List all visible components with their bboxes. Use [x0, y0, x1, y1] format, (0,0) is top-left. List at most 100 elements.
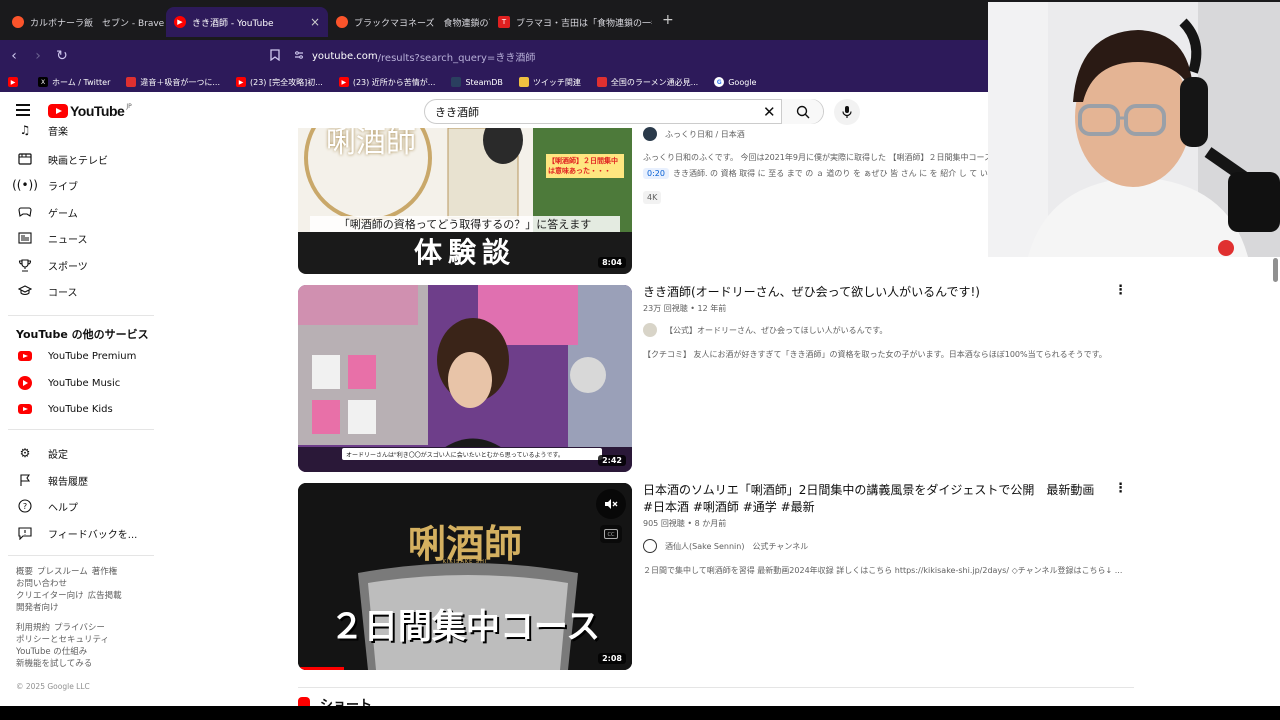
- footer-link[interactable]: 概要: [16, 567, 33, 577]
- address-bar[interactable]: youtube.com/results?search_query=きき酒師: [294, 49, 535, 64]
- video-thumbnail-2[interactable]: オードリーさんは"利き〇〇がスゴい人に会いたいとむから思っているようです。 2:…: [298, 285, 632, 472]
- site-info-icon[interactable]: [294, 50, 304, 63]
- section-divider: [298, 687, 1134, 688]
- tab-youtube-active[interactable]: ▶ きき酒師 - YouTube ×: [166, 7, 328, 37]
- site-icon: [596, 77, 607, 87]
- channel-row[interactable]: 【公式】オードリーさん、ぜひ会ってほしい人がいるんです。: [643, 323, 887, 337]
- sidebar-divider: [8, 315, 154, 316]
- url-path: /results?search_query=きき酒師: [377, 52, 536, 64]
- footer-link[interactable]: 新機能を試してみる: [16, 659, 92, 669]
- channel-avatar: [643, 323, 657, 337]
- scrollbar-thumb[interactable]: [1273, 258, 1278, 282]
- captions-icon: CC: [604, 529, 618, 539]
- sidebar-item-label: フィードバックを...: [48, 529, 138, 541]
- voice-search-button[interactable]: [834, 99, 860, 125]
- bottom-bar: [0, 706, 1280, 720]
- youtube-icon: ▶: [174, 16, 186, 28]
- sidebar-item-label: スポーツ: [48, 261, 88, 273]
- channel-row[interactable]: 酒仙人(Sake Sennin) 公式チャンネル: [643, 539, 808, 553]
- youtube-logo[interactable]: YouTube JP: [48, 103, 132, 119]
- close-tab-icon[interactable]: ×: [310, 15, 320, 29]
- logo-region: JP: [126, 102, 132, 110]
- sidebar-item-sports[interactable]: スポーツ: [0, 252, 155, 278]
- forward-arrow-icon[interactable]: ›: [28, 48, 48, 64]
- footer-link[interactable]: お問い合わせ: [16, 579, 67, 589]
- sidebar-item-live[interactable]: ((•)) ライブ: [0, 172, 155, 198]
- footer-link[interactable]: ポリシーとセキュリティ: [16, 635, 109, 645]
- bookmark-steamdb[interactable]: SteamDB: [451, 77, 503, 87]
- sidebar-item-news[interactable]: ニュース: [0, 225, 155, 251]
- scrollbar-track[interactable]: [1270, 257, 1280, 707]
- youtube-premium-icon: [16, 347, 34, 365]
- menu-icon[interactable]: [16, 104, 30, 116]
- thumbnail-kanji: 唎酒師: [326, 128, 416, 160]
- chapter-timestamp: 0:20: [643, 168, 669, 179]
- sidebar-item-music[interactable]: ♫ 音楽: [0, 120, 155, 140]
- bookmark-twitter[interactable]: X ホーム / Twitter: [38, 77, 110, 88]
- new-tab-button[interactable]: +: [662, 12, 674, 28]
- footer-link[interactable]: 開発者向け: [16, 603, 59, 613]
- back-arrow-icon[interactable]: ‹: [4, 48, 24, 64]
- sidebar-item-feedback[interactable]: フィードバックを...: [0, 520, 155, 546]
- channel-name: 酒仙人(Sake Sennin) 公式チャンネル: [665, 541, 809, 551]
- bookmark-folder-twitch[interactable]: ツイッチ関連: [518, 77, 581, 88]
- sidebar-item-settings[interactable]: ⚙ 設定: [0, 440, 155, 466]
- gamepad-icon: [16, 203, 34, 221]
- more-options-icon[interactable]: ⋮: [1114, 283, 1127, 298]
- bookmark-ramen[interactable]: 全国のラーメン通必見...: [596, 77, 699, 88]
- sidebar-item-gaming[interactable]: ゲーム: [0, 199, 155, 225]
- bookmark-icon[interactable]: [270, 48, 280, 64]
- bookmark-youtube[interactable]: ▶: [8, 77, 22, 87]
- sidebar-item-label: ライブ: [48, 181, 78, 193]
- captions-button[interactable]: CC: [600, 525, 622, 543]
- search-button[interactable]: [781, 99, 823, 124]
- footer-link[interactable]: 広告掲載: [88, 591, 122, 601]
- sidebar-item-label: 音楽: [48, 126, 68, 138]
- microphone-icon: [842, 106, 852, 118]
- search-icon: [796, 105, 809, 118]
- video-thumbnail-1[interactable]: 唎酒師 【唎酒師】２日間集中は意味あった・・・ 「唎酒師の資格ってどう取得するの…: [298, 128, 632, 274]
- sidebar-item-label: YouTube Kids: [48, 403, 113, 415]
- footer-link[interactable]: YouTube の仕組み: [16, 647, 87, 657]
- muted-speaker-icon: [605, 499, 618, 509]
- video-title[interactable]: きき酒師(オードリーさん、ぜひ会って欲しい人がいるんです!): [643, 284, 1103, 301]
- sidebar-item-youtube-premium[interactable]: YouTube Premium: [0, 343, 155, 369]
- more-options-icon[interactable]: ⋮: [1114, 481, 1127, 496]
- tab-blackmayo[interactable]: ブラックマヨネーズ 食物連鎖の下人 - B: [328, 7, 490, 37]
- sidebar-item-report-history[interactable]: 報告履歴: [0, 467, 155, 493]
- sidebar-item-movies[interactable]: 映画とテレビ: [0, 146, 155, 172]
- google-icon: G: [714, 77, 725, 87]
- footer-link[interactable]: プレスルーム: [37, 567, 88, 577]
- bookmark-label: 全国のラーメン通必見...: [610, 77, 699, 87]
- footer-link[interactable]: プライバシー: [54, 623, 105, 633]
- help-icon: ?: [16, 497, 34, 515]
- sidebar-divider: [8, 555, 154, 556]
- sidebar-item-courses[interactable]: コース: [0, 278, 155, 304]
- copyright: © 2025 Google LLC: [16, 682, 90, 691]
- more-services-heading: YouTube の他のサービス: [16, 328, 149, 341]
- chapter-row[interactable]: 0:20 きき酒師. の 資格 取得 に 至る まで の ａ 道のり を ぁぜひ …: [643, 168, 1014, 179]
- bookmark-video-1[interactable]: ▶ (23) [完全攻略]初...: [236, 77, 323, 88]
- sidebar-divider: [8, 429, 154, 430]
- sidebar-item-youtube-kids[interactable]: YouTube Kids: [0, 396, 155, 422]
- footer-link[interactable]: クリエイター向け: [16, 591, 84, 601]
- bookmark-video-2[interactable]: ▶ (23) 近所から苦情が...: [338, 77, 435, 88]
- search-input[interactable]: [435, 105, 755, 118]
- channel-row[interactable]: ふっくり日和 / 日本酒: [643, 127, 745, 141]
- tab-buramayo-article[interactable]: T ブラマヨ・吉田は「食物連鎖の一番下の人: [490, 7, 652, 37]
- clear-search-icon[interactable]: ✕: [763, 103, 776, 121]
- quality-badge: 4K: [643, 185, 662, 204]
- video-thumbnail-3[interactable]: 唎酒師 KIKISAKE SHI ２日間集中コース CC 2:08: [298, 483, 632, 670]
- film-icon: [16, 150, 34, 168]
- tab-brave-search[interactable]: カルボナーラ飯 セブン - Brave Search: [4, 7, 166, 37]
- sidebar-item-help[interactable]: ? ヘルプ: [0, 493, 155, 519]
- reload-icon[interactable]: ↻: [52, 48, 72, 64]
- search-box: ✕: [424, 99, 824, 124]
- bookmark-google[interactable]: G Google: [714, 77, 756, 87]
- sidebar-item-youtube-music[interactable]: YouTube Music: [0, 370, 155, 396]
- video-title[interactable]: 日本酒のソムリエ「唎酒師」2日間集中の講義風景をダイジェストで公開 最新動画 #…: [643, 482, 1103, 516]
- bookmark-soundproof[interactable]: 違音＋吸音が一つに...: [126, 77, 220, 88]
- mute-button[interactable]: [596, 489, 626, 519]
- footer-link[interactable]: 著作権: [92, 567, 118, 577]
- footer-link[interactable]: 利用規約: [16, 623, 50, 633]
